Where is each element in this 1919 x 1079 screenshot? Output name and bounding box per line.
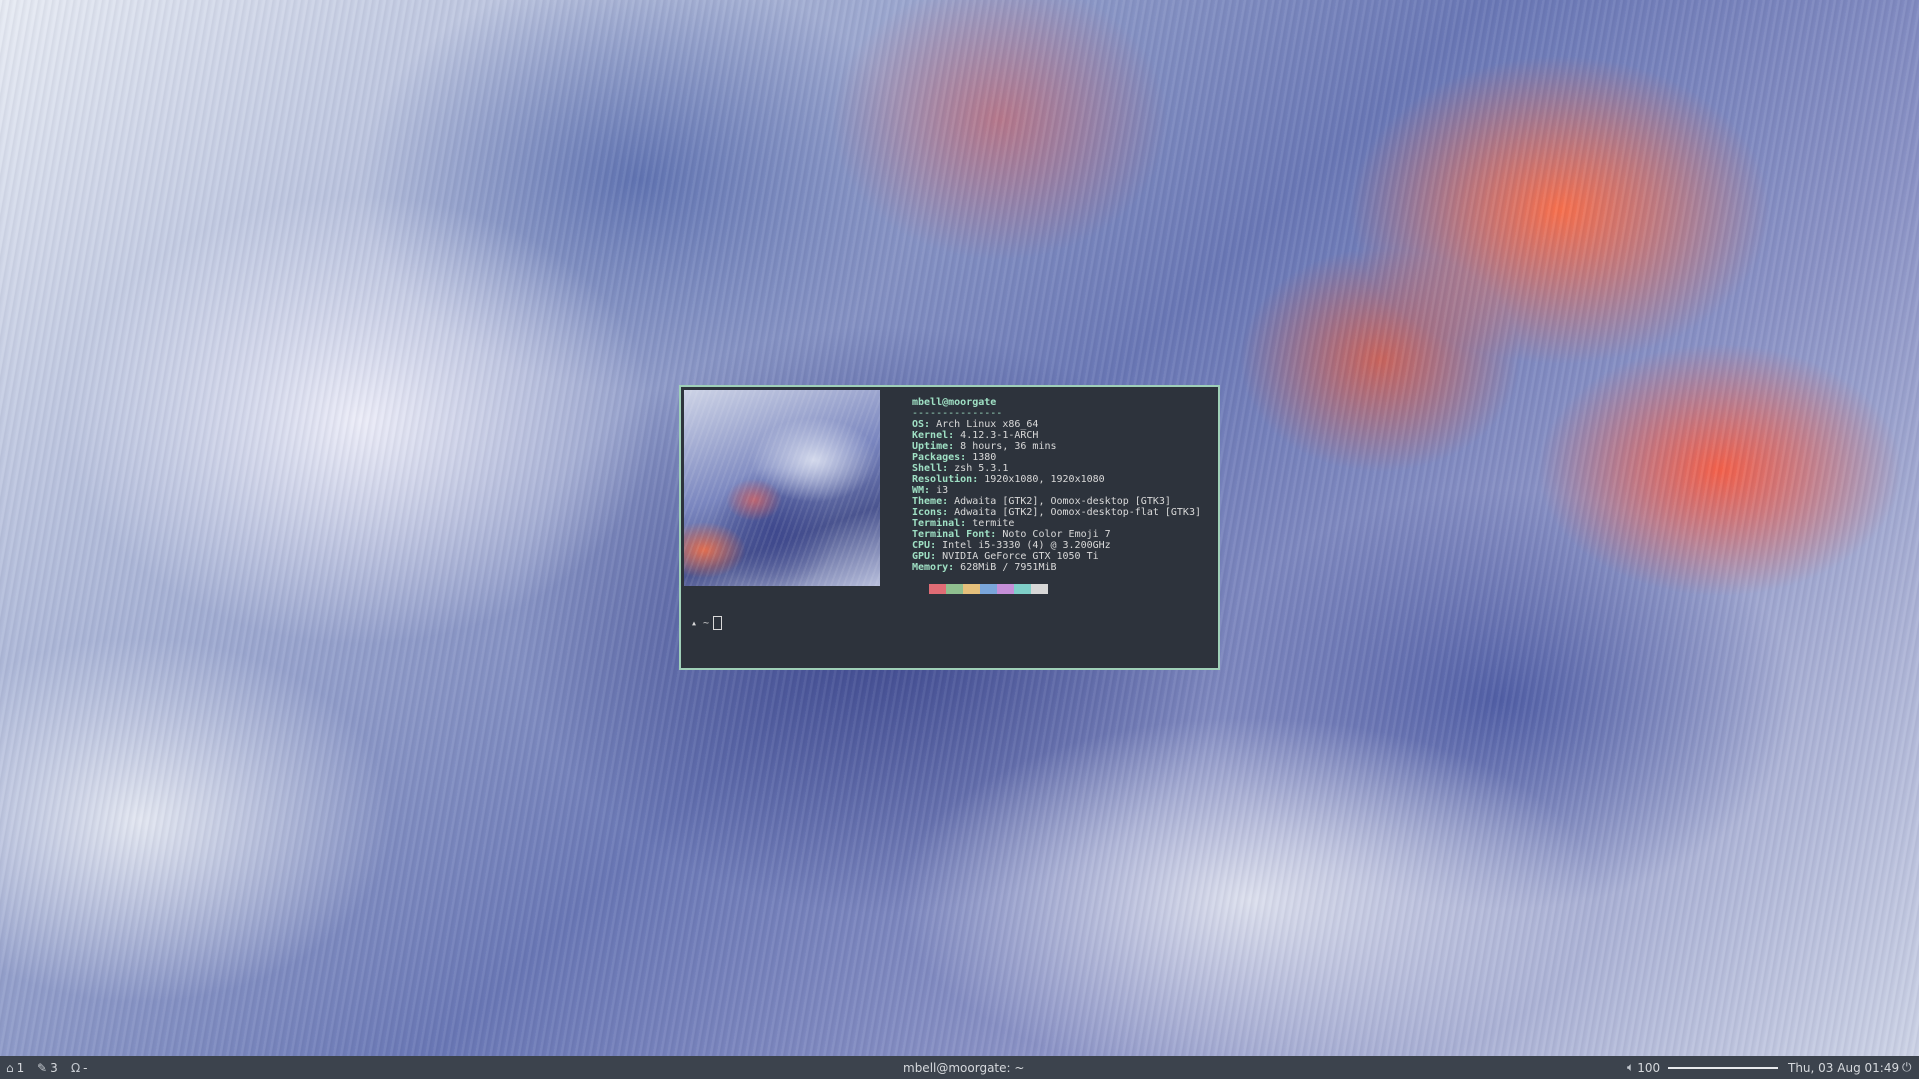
headphones-icon: Ω — [71, 1060, 81, 1075]
workspace-label: 3 — [50, 1060, 58, 1075]
terminal-window[interactable]: mbell@moorgate --------------- OS: Arch … — [679, 385, 1220, 670]
info-value: zsh 5.3.1 — [954, 463, 1009, 474]
bottom-panel: ⌂ 1 ✎ 3 Ω - mbell@moorgate: ~ 🔈︎ 100 Thu… — [0, 1056, 1919, 1079]
info-key: WM — [912, 485, 925, 496]
color-swatch — [946, 584, 963, 594]
info-line: WM: i3 — [912, 485, 1201, 496]
info-value: NVIDIA GeForce GTX 1050 Ti — [942, 551, 1099, 562]
color-swatch — [980, 584, 997, 594]
clock-text: Thu, 03 Aug 01:49 — [1788, 1060, 1900, 1075]
info-line: Memory: 628MiB / 7951MiB — [912, 562, 1201, 573]
info-key: CPU — [912, 540, 931, 551]
pencil-icon: ✎ — [37, 1060, 48, 1075]
workspace-music[interactable]: Ω - — [71, 1056, 88, 1079]
workspace-label: 1 — [16, 1060, 25, 1075]
neofetch-info: mbell@moorgate --------------- OS: Arch … — [912, 397, 1201, 573]
info-value: Adwaita [GTK2], Oomox-desktop-flat [GTK3… — [954, 507, 1201, 518]
info-colon: : — [948, 562, 961, 573]
info-line: Uptime: 8 hours, 36 mins — [912, 441, 1201, 452]
info-colon: : — [930, 540, 943, 551]
volume-label: 100 — [1637, 1060, 1661, 1075]
info-value: Arch Linux x86_64 — [936, 419, 1039, 430]
info-colon: : — [942, 507, 955, 518]
info-line: Kernel: 4.12.3-1-ARCH — [912, 430, 1201, 441]
info-value: Noto Color Emoji 7 — [1002, 529, 1111, 540]
info-key: Memory — [912, 562, 949, 573]
shell-prompt[interactable]: ▴ ~ — [691, 616, 723, 630]
volume-slider-fill — [1668, 1067, 1778, 1069]
info-value: Intel i5-3330 (4) @ 3.200GHz — [942, 540, 1111, 551]
user-host: mbell@moorgate — [912, 397, 997, 408]
info-line: Icons: Adwaita [GTK2], Oomox-desktop-fla… — [912, 507, 1201, 518]
color-swatch — [912, 584, 929, 594]
info-colon: : — [972, 474, 985, 485]
info-line: CPU: Intel i5-3330 (4) @ 3.200GHz — [912, 540, 1201, 551]
info-value: i3 — [936, 485, 949, 496]
info-colon: : — [960, 518, 973, 529]
volume-slider[interactable] — [1668, 1067, 1778, 1069]
info-key: Terminal — [912, 518, 961, 529]
info-colon: : — [948, 441, 961, 452]
info-colon: : — [942, 463, 955, 474]
info-line: GPU: NVIDIA GeForce GTX 1050 Ti — [912, 551, 1201, 562]
info-colon: : — [948, 430, 961, 441]
prompt-text: ▴ ~ — [691, 617, 710, 629]
info-line: Shell: zsh 5.3.1 — [912, 463, 1201, 474]
color-swatch — [963, 584, 980, 594]
info-key: GPU — [912, 551, 931, 562]
color-swatch — [997, 584, 1014, 594]
separator-line: --------------- — [912, 408, 1003, 419]
info-colon: : — [942, 496, 955, 507]
info-line: Theme: Adwaita [GTK2], Oomox-desktop [GT… — [912, 496, 1201, 507]
workspace-3[interactable]: ✎ 3 — [37, 1056, 58, 1079]
color-swatch — [929, 584, 946, 594]
neofetch-image — [684, 390, 880, 586]
power-button[interactable]: ⏻ — [1902, 1056, 1915, 1079]
desktop-wallpaper: mbell@moorgate --------------- OS: Arch … — [0, 0, 1919, 1056]
color-palette — [912, 584, 1048, 594]
info-colon: : — [924, 485, 937, 496]
info-value: 628MiB / 7951MiB — [960, 562, 1057, 573]
info-value: 8 hours, 36 mins — [960, 441, 1057, 452]
volume-control[interactable]: 🔈︎ 100 — [1627, 1056, 1660, 1079]
info-key: Resolution — [912, 474, 973, 485]
info-key: Shell — [912, 463, 943, 474]
workspace-label: - — [83, 1060, 88, 1075]
info-key: Terminal Font — [912, 529, 991, 540]
info-lines: OS: Arch Linux x86_64 Kernel: 4.12.3-1-AR… — [912, 419, 1201, 573]
info-line: OS: Arch Linux x86_64 — [912, 419, 1201, 430]
info-colon: : — [960, 452, 973, 463]
info-value: 1380 — [972, 452, 997, 463]
info-colon: : — [990, 529, 1003, 540]
info-key: Kernel — [912, 430, 949, 441]
speaker-icon: 🔈︎ — [1627, 1060, 1635, 1074]
info-line: Packages: 1380 — [912, 452, 1201, 463]
info-key: Packages — [912, 452, 961, 463]
info-key: OS — [912, 419, 925, 430]
info-value: 1920x1080, 1920x1080 — [984, 474, 1105, 485]
info-key: Uptime — [912, 441, 949, 452]
power-icon: ⏻ — [1902, 1060, 1912, 1074]
info-key: Icons — [912, 507, 943, 518]
workspace-1[interactable]: ⌂ 1 — [6, 1056, 24, 1079]
info-key: Theme — [912, 496, 943, 507]
home-icon: ⌂ — [6, 1060, 14, 1075]
color-swatch — [1031, 584, 1048, 594]
color-swatch — [1014, 584, 1031, 594]
info-colon: : — [930, 551, 943, 562]
clock[interactable]: Thu, 03 Aug 01:49 — [1788, 1056, 1899, 1079]
info-line: Terminal Font: Noto Color Emoji 7 — [912, 529, 1201, 540]
window-title-text: mbell@moorgate: ~ — [903, 1060, 1025, 1075]
info-value: termite — [972, 518, 1015, 529]
info-value: Adwaita [GTK2], Oomox-desktop [GTK3] — [954, 496, 1171, 507]
info-line: Resolution: 1920x1080, 1920x1080 — [912, 474, 1201, 485]
window-title: mbell@moorgate: ~ — [903, 1056, 1024, 1079]
info-value: 4.12.3-1-ARCH — [960, 430, 1039, 441]
text-cursor — [713, 616, 723, 630]
info-colon: : — [924, 419, 937, 430]
info-line: Terminal: termite — [912, 518, 1201, 529]
